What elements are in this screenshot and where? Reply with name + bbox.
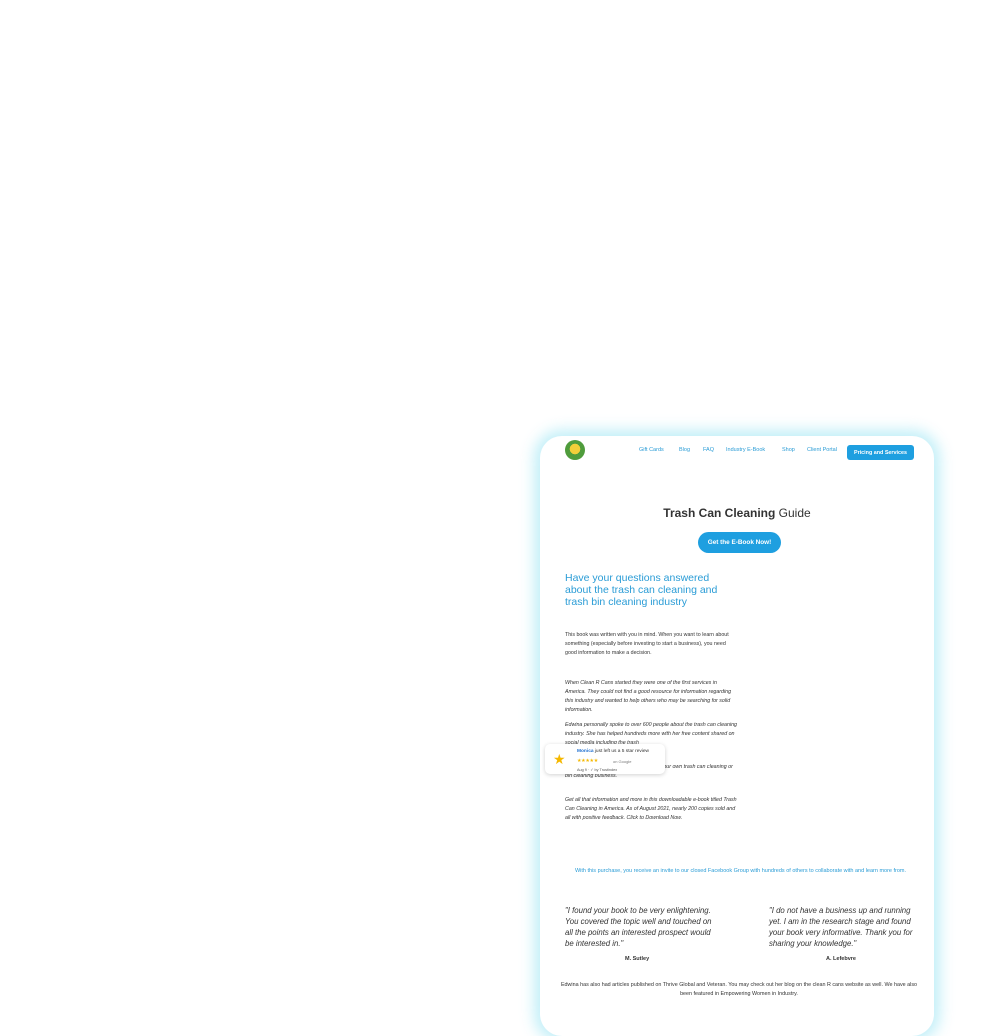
rating-stars: ★★★★★: [577, 758, 598, 764]
download-paragraph[interactable]: Get all that information and more in thi…: [565, 796, 737, 823]
nav-client-portal[interactable]: Client Portal: [807, 447, 837, 453]
review-text: Monica just left us a 5 star review: [577, 749, 649, 754]
testimonial-quote: "I found your book to be very enlighteni…: [565, 906, 712, 948]
nav-faq[interactable]: FAQ: [703, 447, 714, 453]
nav-shop[interactable]: Shop: [782, 447, 795, 453]
reviewer-name: Monica: [577, 749, 594, 754]
nav-gift-cards[interactable]: Gift Cards: [639, 447, 664, 453]
page-title: Trash Can Cleaning Guide: [540, 506, 934, 520]
top-navigation: Gift Cards Blog FAQ Industry E-Book Shop…: [540, 442, 934, 460]
pricing-services-button[interactable]: Pricing and Services: [847, 445, 914, 460]
testimonial-author: M. Sutley: [625, 956, 650, 962]
review-verified: Aug 9 · ✓ by Trustindex: [577, 768, 618, 772]
get-ebook-button[interactable]: Get the E-Book Now!: [698, 532, 781, 553]
review-source: on Google: [613, 759, 632, 764]
section-heading: Have your questions answered about the t…: [565, 572, 718, 608]
press-paragraph: Edwina has also had articles published o…: [560, 982, 918, 997]
review-message: just left us a 5 star review: [593, 749, 649, 754]
star-icon: ★: [553, 751, 566, 767]
intro-paragraph: This book was written with you in mind. …: [565, 632, 729, 656]
history-paragraph: When Clean R Cans started they were one …: [565, 680, 732, 713]
facebook-invite-text: With this purchase, you receive an invit…: [574, 868, 907, 874]
page-card: Gift Cards Blog FAQ Industry E-Book Shop…: [540, 436, 934, 1036]
testimonial-author: A. Lefebvre: [826, 956, 856, 962]
page-title-rest: Guide: [775, 506, 811, 520]
testimonial-quote: "I do not have a business up and running…: [769, 906, 913, 948]
page-title-bold: Trash Can Cleaning: [663, 506, 776, 520]
nav-industry-ebook[interactable]: Industry E-Book: [726, 447, 765, 453]
nav-blog[interactable]: Blog: [679, 447, 690, 453]
review-notification[interactable]: ★ Monica just left us a 5 star review ★★…: [545, 744, 665, 774]
